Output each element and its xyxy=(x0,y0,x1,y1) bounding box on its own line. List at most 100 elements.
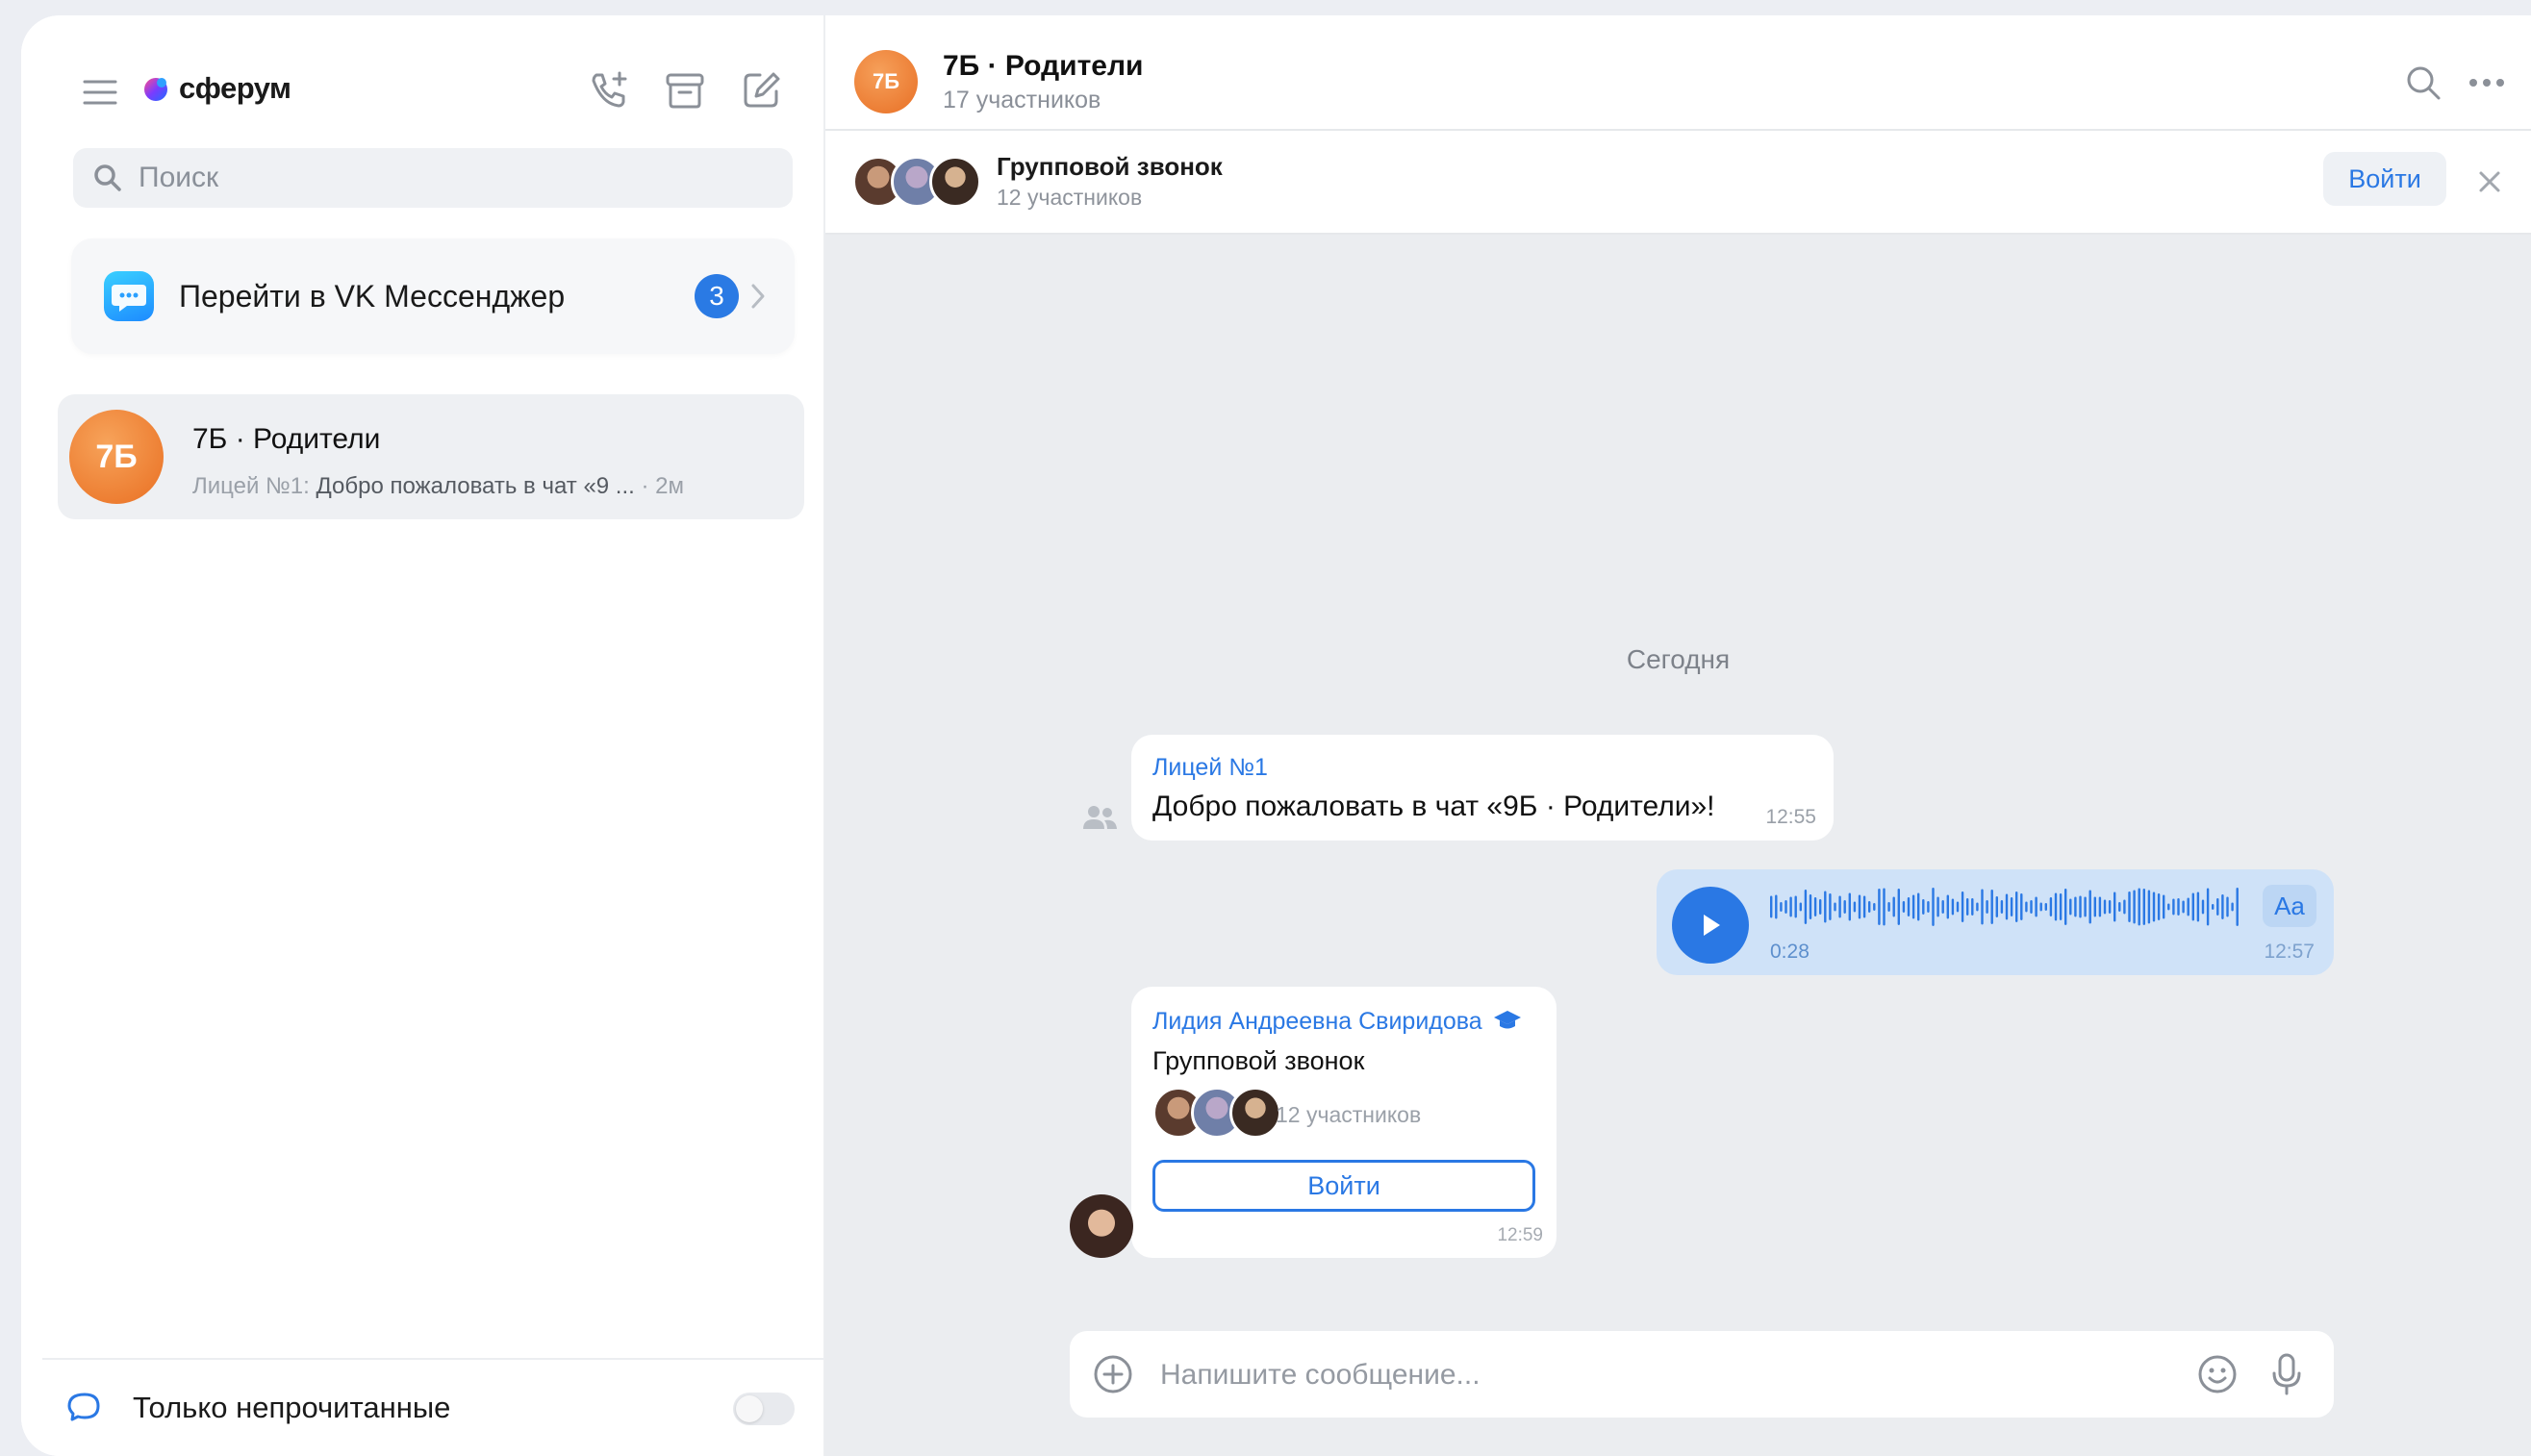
group-call-message: Лидия Андреевна Свиридова Групповой звон… xyxy=(1131,987,1557,1258)
compose-icon[interactable] xyxy=(733,62,791,119)
waveform-bar xyxy=(2201,899,2205,915)
search-icon[interactable] xyxy=(2396,56,2450,110)
message-time: 12:57 xyxy=(2264,941,2315,963)
play-button[interactable] xyxy=(1672,887,1749,964)
waveform-bar xyxy=(1981,889,1984,925)
voice-waveform[interactable] xyxy=(1770,883,2241,931)
waveform-bar xyxy=(2103,899,2107,915)
waveform-bar xyxy=(1784,900,1787,914)
voice-duration: 0:28 xyxy=(1770,941,1810,963)
search-box[interactable] xyxy=(73,148,793,208)
waveform-bar xyxy=(1873,903,1876,911)
waveform-bar xyxy=(1961,891,1964,922)
message-author[interactable]: Лицей №1 xyxy=(1152,754,1268,782)
waveform-bar xyxy=(1892,896,1895,917)
message-author-name: Лидия Андреевна Свиридова xyxy=(1152,1008,1482,1035)
waveform-bar xyxy=(2196,891,2200,922)
emoji-icon[interactable] xyxy=(2195,1352,2240,1396)
waveform-bar xyxy=(2216,898,2219,916)
unread-only-toggle[interactable] xyxy=(733,1393,795,1425)
participant-avatar xyxy=(929,156,981,208)
waveform-bar xyxy=(2010,897,2013,916)
group-call-banner: Групповой звонок 12 участников Войти xyxy=(825,131,2531,235)
sidebar-header: сферум xyxy=(21,15,823,150)
waveform-bar xyxy=(2221,894,2224,919)
join-call-button[interactable]: Войти xyxy=(1152,1160,1535,1212)
waveform-bar xyxy=(2079,895,2082,918)
waveform-bar xyxy=(1858,894,1861,919)
waveform-bar xyxy=(2236,888,2239,926)
waveform-bar xyxy=(1813,897,1817,916)
app-window: сферум Перейти в VK Мессенджер 3 xyxy=(21,15,2531,1456)
participant-avatar xyxy=(1229,1087,1281,1139)
add-icon[interactable] xyxy=(1091,1352,1135,1396)
waveform-bar xyxy=(2054,892,2058,921)
close-icon[interactable] xyxy=(2466,158,2514,206)
more-icon[interactable] xyxy=(2460,56,2514,110)
waveform-bar xyxy=(2206,888,2210,926)
waveform-bar xyxy=(2172,898,2175,916)
vk-messenger-promo[interactable]: Перейти в VK Мессенджер 3 xyxy=(71,238,795,354)
search-icon xyxy=(94,164,121,191)
waveform-bar xyxy=(2147,890,2151,924)
waveform-bar xyxy=(2074,896,2077,917)
chat-preview: Лицей №1: Добро пожаловать в чат «9 ... … xyxy=(192,473,685,499)
call-message-participants: 12 участников xyxy=(1276,1102,1422,1127)
waveform-bar xyxy=(2128,891,2131,922)
unread-badge: 3 xyxy=(695,274,739,318)
message-author[interactable]: Лидия Андреевна Свиридова xyxy=(1152,1008,1522,1036)
waveform-bar xyxy=(1775,894,1778,919)
waveform-bar xyxy=(1834,902,1836,912)
chat-list-item[interactable]: 7Б 7Б · Родители Лицей №1: Добро пожалов… xyxy=(58,394,804,519)
search-input[interactable] xyxy=(137,161,756,195)
waveform-bar xyxy=(2226,896,2229,917)
add-call-icon[interactable] xyxy=(579,62,637,119)
waveform-bar xyxy=(1848,892,1851,921)
message-time: 12:55 xyxy=(1765,806,1816,828)
waveform-bar xyxy=(2059,893,2063,920)
waveform-bar xyxy=(1780,902,1783,912)
transcribe-button[interactable]: Aa xyxy=(2263,885,2316,927)
chevron-right-icon xyxy=(751,284,765,309)
waveform-bar xyxy=(1911,894,1915,919)
unread-only-label: Только непрочитанные xyxy=(133,1391,451,1424)
message-input[interactable] xyxy=(1158,1352,2124,1398)
waveform-bar xyxy=(1789,896,1792,917)
waveform-bar xyxy=(2025,901,2028,913)
waveform-bar xyxy=(1804,890,1808,924)
waveform-bar xyxy=(1971,898,1974,916)
waveform-bar xyxy=(1883,888,1886,926)
waveform-bar xyxy=(1932,888,1935,926)
chat-preview-time: 2м xyxy=(655,473,685,499)
waveform-bar xyxy=(2035,896,2037,917)
conversation-avatar[interactable]: 7Б xyxy=(854,50,918,113)
waveform-bar xyxy=(2039,902,2042,912)
join-call-button[interactable]: Войти xyxy=(2323,152,2446,206)
sender-avatar[interactable] xyxy=(1070,1194,1133,1258)
message-time: 12:59 xyxy=(1497,1225,1543,1245)
call-participant-avatars xyxy=(1152,1087,1281,1139)
waveform-bar xyxy=(2113,891,2116,922)
message-text: Добро пожаловать в чат «9Б · Родители»! xyxy=(1152,791,1715,822)
waveform-bar xyxy=(2167,903,2170,911)
waveform-bar xyxy=(2088,890,2091,924)
archive-icon[interactable] xyxy=(656,62,714,119)
call-message-title: Групповой звонок xyxy=(1152,1046,1365,1075)
waveform-bar xyxy=(1809,894,1812,919)
waveform-bar xyxy=(2133,890,2136,924)
waveform-bar xyxy=(2015,891,2018,922)
waveform-bar xyxy=(1853,901,1857,913)
waveform-bar xyxy=(2177,898,2180,916)
waveform-bar xyxy=(1946,894,1949,919)
chat-header: 7Б 7Б · Родители 17 участников xyxy=(825,15,2531,131)
microphone-icon[interactable] xyxy=(2265,1350,2309,1398)
conversation-title[interactable]: 7Б · Родители xyxy=(943,50,1143,83)
waveform-bar xyxy=(1838,895,1841,918)
waveform-bar xyxy=(2123,899,2126,915)
waveform-bar xyxy=(2064,889,2067,925)
waveform-bar xyxy=(1922,899,1925,915)
waveform-bar xyxy=(1907,897,1911,916)
waveform-bar xyxy=(2069,898,2072,916)
menu-icon[interactable] xyxy=(79,71,121,113)
waveform-bar xyxy=(2191,892,2194,921)
